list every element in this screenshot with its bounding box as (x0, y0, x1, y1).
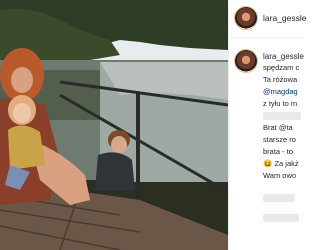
avatar[interactable] (235, 50, 257, 72)
post-photo[interactable] (0, 0, 228, 250)
caption-username[interactable]: lara_gessle (263, 52, 304, 62)
post-side-panel: lara_gessle lara_gessle spędzam c Ta róż… (228, 0, 306, 250)
caption-line-emoji: 😆 Za jakż (263, 159, 299, 169)
post-header: lara_gessle (229, 0, 306, 38)
comment-blank-line (263, 214, 299, 222)
caption-mention[interactable]: @magdag (263, 87, 298, 97)
caption-line: brata - to (263, 147, 294, 156)
caption-line: z tyłu to m (263, 99, 298, 108)
caption-blank-line (263, 112, 301, 120)
caption-line: Ta różowa (263, 75, 298, 84)
caption-line: spędzam c (263, 63, 300, 72)
header-username[interactable]: lara_gessle (263, 13, 306, 23)
caption-line: Za jakż (274, 159, 299, 168)
avatar[interactable] (235, 7, 257, 29)
face-emoji-icon: 😆 (263, 159, 273, 168)
comment-blank-line (263, 194, 295, 202)
caption-line: Wam owo (263, 171, 297, 180)
caption-line: Brat @ta (263, 123, 293, 132)
caption-line: starsze ro (263, 135, 296, 144)
photo-scene (0, 0, 228, 250)
